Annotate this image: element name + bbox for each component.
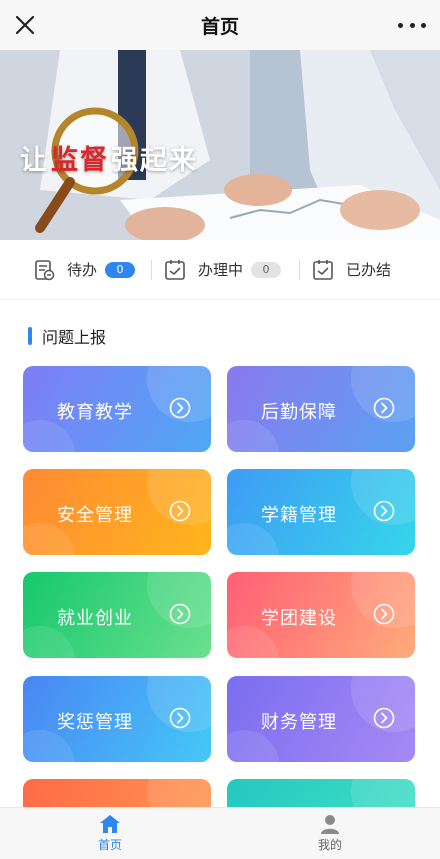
tile-label: 财务管理	[261, 712, 337, 733]
tile-safety[interactable]: 安全管理	[23, 469, 211, 555]
arrow-circle-icon	[169, 603, 191, 625]
tab-label: 首页	[97, 838, 122, 852]
status-todo[interactable]: 待办 0	[33, 240, 136, 300]
status-in-progress[interactable]: 办理中 0	[164, 240, 282, 300]
divider	[299, 259, 301, 280]
status-row: 待办 0 办理中 0 已办结	[0, 240, 440, 300]
tile-education[interactable]: 教育教学	[23, 366, 211, 452]
status-label: 待办	[67, 261, 98, 279]
tile-label: 学团建设	[261, 608, 337, 629]
section-header: 问题上报	[28, 324, 106, 348]
section-title: 问题上报	[42, 328, 107, 347]
arrow-circle-icon	[169, 707, 191, 729]
status-done[interactable]: 已办结	[312, 240, 391, 300]
arrow-circle-icon	[373, 500, 395, 522]
banner-slogan: 让 监督 强起来	[20, 138, 198, 177]
tile-label: 就业创业	[57, 608, 133, 629]
slogan-prefix: 让	[20, 145, 49, 176]
title-bar: 首页	[0, 0, 440, 50]
arrow-circle-icon	[169, 397, 191, 419]
arrow-circle-icon	[373, 603, 395, 625]
checklist-icon	[165, 259, 185, 280]
bottom-tab-bar: 首页 我的	[0, 807, 440, 859]
close-icon[interactable]	[12, 12, 38, 38]
tab-home[interactable]: 首页	[0, 808, 220, 859]
arrow-circle-icon	[169, 500, 191, 522]
arrow-circle-icon	[373, 397, 395, 419]
status-label: 已办结	[346, 261, 392, 279]
user-icon	[321, 815, 339, 834]
tile-student-league[interactable]: 学团建设	[227, 572, 415, 658]
tile-finance[interactable]: 财务管理	[227, 676, 415, 762]
tab-profile[interactable]: 我的	[220, 808, 440, 859]
tile-rewards[interactable]: 奖惩管理	[23, 676, 211, 762]
status-badge: 0	[105, 261, 136, 278]
divider	[151, 259, 153, 280]
tab-label: 我的	[317, 838, 342, 852]
arrow-circle-icon	[373, 707, 395, 729]
section-accent-bar	[28, 327, 32, 345]
slogan-suffix: 强起来	[111, 145, 198, 176]
tile-label: 学籍管理	[261, 505, 337, 526]
todo-list-icon	[35, 259, 55, 280]
page-title: 首页	[200, 15, 239, 38]
status-badge: 0	[251, 261, 282, 278]
tile-employment[interactable]: 就业创业	[23, 572, 211, 658]
banner: 让 监督 强起来	[0, 50, 440, 240]
more-icon[interactable]	[398, 13, 426, 37]
tile-label: 奖惩管理	[57, 712, 133, 733]
tile-label: 后勤保障	[261, 402, 337, 423]
checklist-icon	[313, 259, 333, 280]
home-icon	[100, 815, 120, 833]
tile-label: 教育教学	[57, 402, 133, 423]
slogan-highlight: 监督	[51, 145, 109, 176]
tile-logistics[interactable]: 后勤保障	[227, 366, 415, 452]
status-label: 办理中	[198, 261, 244, 279]
tile-label: 安全管理	[57, 505, 133, 526]
tile-student-records[interactable]: 学籍管理	[227, 469, 415, 555]
